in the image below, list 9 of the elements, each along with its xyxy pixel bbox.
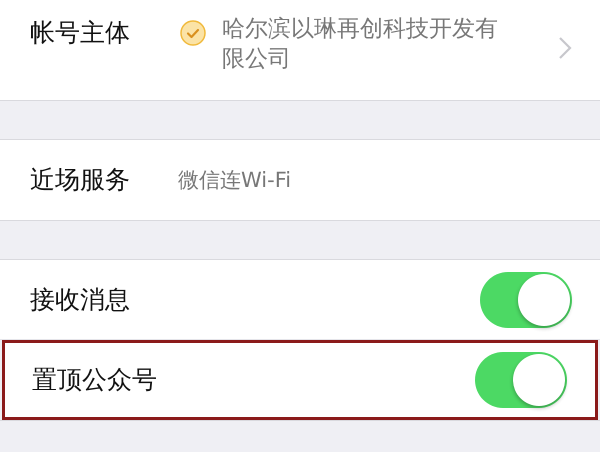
row-label: 置顶公众号 [32,364,158,396]
row-label: 帐号主体 [30,17,131,49]
toggle-switch[interactable] [480,272,572,328]
row-label: 接收消息 [30,284,131,316]
chevron-right-icon[interactable] [558,36,572,60]
company-name: 哈尔滨以琳再创科技开发有限公司 [222,15,499,74]
row-value: 微信连Wi-Fi [178,167,292,194]
toggle-switch[interactable] [475,352,567,408]
row-label: 近场服务 [30,164,131,196]
